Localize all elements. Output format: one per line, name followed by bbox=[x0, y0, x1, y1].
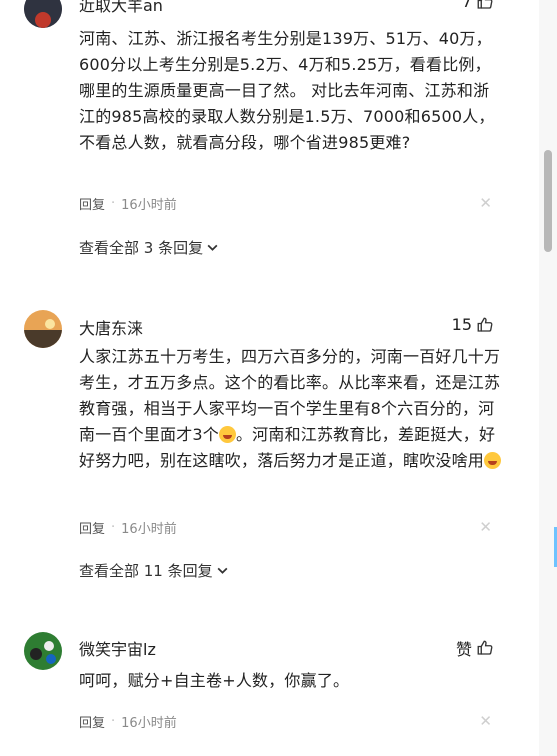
view-all-replies-button[interactable]: 查看全部 11 条回复 bbox=[79, 560, 229, 581]
comment-meta: 回复 · 16小时前 bbox=[79, 194, 177, 213]
scrollbar-track[interactable] bbox=[539, 0, 557, 756]
chevron-down-icon bbox=[207, 244, 218, 251]
view-all-replies-label: 查看全部 3 条回复 bbox=[79, 239, 204, 257]
like-label: 赞 bbox=[455, 640, 472, 659]
separator-dot: · bbox=[111, 196, 116, 211]
comment-author[interactable]: 微笑宇宙lz bbox=[79, 636, 156, 660]
comment-feed: 近取大羊an 7 河南、江苏、浙江报名考生分别是139万、51万、40万，600… bbox=[0, 0, 528, 756]
comment-author[interactable]: 近取大羊an bbox=[79, 0, 163, 16]
comment-author[interactable]: 大唐东涞 bbox=[79, 315, 143, 339]
scrollbar-thumb[interactable] bbox=[544, 150, 552, 252]
view-all-replies-button[interactable]: 查看全部 3 条回复 bbox=[79, 237, 219, 258]
close-icon[interactable]: ✕ bbox=[479, 194, 492, 212]
chevron-down-icon bbox=[217, 567, 228, 574]
thumbs-up-icon bbox=[477, 640, 493, 655]
view-all-replies-label: 查看全部 11 条回复 bbox=[79, 562, 213, 580]
close-icon[interactable]: ✕ bbox=[479, 712, 492, 730]
like-button[interactable]: 赞 bbox=[456, 636, 494, 660]
comment-body: 人家江苏五十万考生，四万六百多分的，河南一百好几十万考生，才五万多点。这个的看比… bbox=[79, 344, 502, 474]
reply-button[interactable]: 回复 bbox=[79, 518, 105, 537]
avatar[interactable] bbox=[24, 310, 62, 348]
like-button[interactable]: 7 bbox=[462, 0, 494, 11]
like-count: 7 bbox=[461, 0, 472, 11]
close-icon[interactable]: ✕ bbox=[479, 518, 492, 536]
comment-time: 16小时前 bbox=[121, 522, 177, 537]
laughing-emoji-icon bbox=[218, 426, 236, 443]
avatar[interactable] bbox=[24, 632, 62, 670]
comment-meta: 回复 · 16小时前 bbox=[79, 712, 177, 731]
separator-dot: · bbox=[111, 714, 116, 729]
comment-time: 16小时前 bbox=[121, 198, 177, 213]
separator-dot: · bbox=[111, 520, 116, 535]
comment-body: 呵呵，赋分+自主卷+人数，你赢了。 bbox=[79, 671, 350, 690]
thumbs-up-icon bbox=[477, 317, 493, 332]
comment-meta: 回复 · 16小时前 bbox=[79, 518, 177, 537]
comment-time: 16小时前 bbox=[121, 716, 177, 731]
thumbs-up-icon bbox=[477, 0, 493, 9]
reply-button[interactable]: 回复 bbox=[79, 712, 105, 731]
like-button[interactable]: 15 bbox=[452, 315, 494, 334]
laughing-emoji-icon bbox=[484, 452, 502, 469]
avatar[interactable] bbox=[24, 0, 62, 28]
like-count: 15 bbox=[451, 315, 472, 334]
comment-body: 河南、江苏、浙江报名考生分别是139万、51万、40万，600分以上考生分别是5… bbox=[79, 29, 495, 152]
reply-button[interactable]: 回复 bbox=[79, 194, 105, 213]
